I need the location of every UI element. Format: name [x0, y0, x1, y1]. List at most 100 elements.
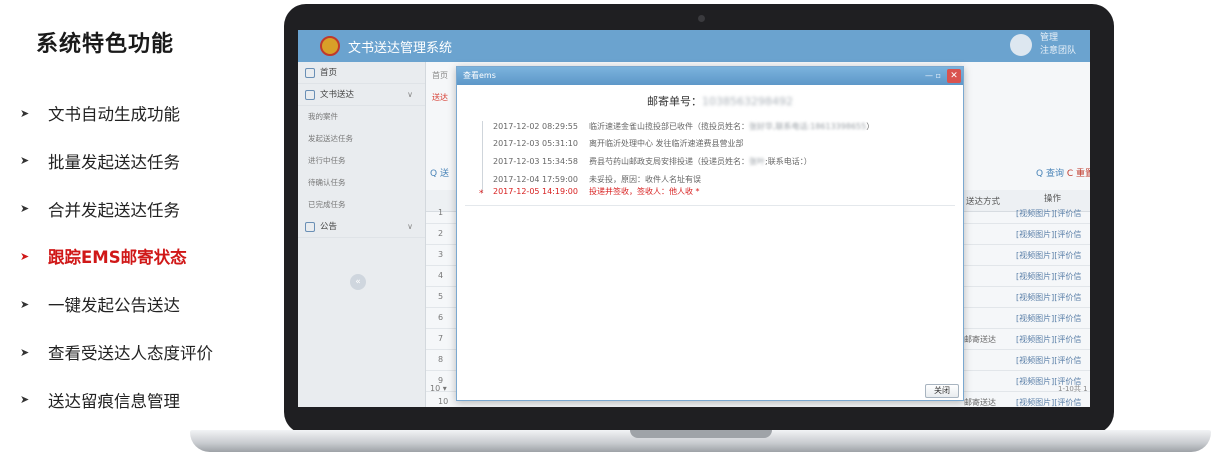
sidebar-item[interactable]: 发起送达任务 [298, 128, 425, 150]
bullet-arrow-icon: ➤ [20, 106, 30, 120]
breadcrumb[interactable]: 首页 [432, 70, 448, 81]
page-size-select[interactable]: 10 ▾ [430, 384, 447, 393]
bullet-arrow-icon: ➤ [20, 345, 30, 359]
close-button[interactable]: 关闭 [925, 384, 959, 398]
sidebar-item-label: 我的案件 [308, 112, 338, 121]
event-tail: ） [866, 122, 875, 131]
event-time: 2017-12-03 15:34:58 [493, 157, 578, 166]
event-time: 2017-12-02 08:29:55 [493, 122, 578, 131]
sidebar-item[interactable]: 我的案件 [298, 106, 425, 128]
window-controls-icon[interactable]: — ▫ [925, 67, 941, 85]
tracking-label: 邮寄单号： [647, 95, 702, 108]
search-button[interactable]: Q 送 [430, 166, 449, 179]
pager-info: 1-10共 1 [1058, 385, 1088, 393]
laptop-screen: 文书送达管理系统 管理 注意团队 首页文书送达 ∨ 我的案件发起送达任务 进行中任务待… [298, 30, 1090, 407]
row-actions[interactable]: [视频图片][评价信 [1016, 355, 1081, 366]
event-text: 临沂速递金雀山揽投部已收件（揽投员姓名： [589, 122, 749, 131]
row-actions[interactable]: [视频图片][评价信 [1016, 313, 1081, 324]
row-number: 4 [438, 271, 444, 280]
event-tail: ;联系电话：） [765, 157, 812, 166]
row-actions[interactable]: [视频图片][评价信 [1016, 208, 1081, 219]
row-number: 2 [438, 229, 444, 238]
feature-label: 合并发起送达任务 [48, 200, 180, 220]
sidebar-item[interactable]: 首页 [298, 62, 425, 84]
app-title: 文书送达管理系统 [348, 41, 453, 56]
timeline-line [482, 121, 483, 193]
feature-label: 送达留痕信息管理 [48, 391, 180, 411]
feature-label: 查看受送达人态度评价 [48, 344, 213, 363]
user-avatar-icon[interactable] [1010, 34, 1032, 56]
sidebar-item[interactable]: 公告 ∨ [298, 216, 425, 238]
sidebar-item-label: 发起送达任务 [308, 134, 353, 143]
tracking-event: 2017-12-02 08:29:55 临沂速递金雀山揽投部已收件（揽投员姓名：张… [493, 121, 874, 132]
reset-button[interactable]: C 重置 [1067, 169, 1090, 179]
sidebar-item[interactable]: 进行中任务 [298, 150, 425, 172]
menu-icon [305, 222, 315, 232]
modal-title: 查看ems [463, 71, 496, 80]
row-actions[interactable]: [视频图片][评价信 [1016, 271, 1081, 282]
chevron-down-icon: ∨ [407, 90, 413, 99]
row-actions[interactable]: [视频图片][评价信 [1016, 250, 1081, 261]
row-number: 10 [438, 397, 449, 406]
court-emblem-icon [320, 36, 340, 56]
event-text: 费县芍药山邮政支局安排投递（投递员姓名： [589, 157, 749, 166]
row-actions[interactable]: [视频图片][评价信 [1016, 397, 1081, 407]
tracking-event: 2017-12-03 15:34:58 费县芍药山邮政支局安排投递（投递员姓名：张… [493, 156, 812, 167]
row-actions[interactable]: [视频图片][评价信 [1016, 229, 1081, 240]
feature-item: ➤ 文书自动生成功能 [20, 101, 180, 125]
user-line: 管理 [1040, 33, 1059, 43]
sidebar-item[interactable]: 文书送达 ∨ [298, 84, 425, 106]
feature-label: 跟踪EMS邮寄状态 [48, 248, 187, 268]
feature-item: ➤ 跟踪EMS邮寄状态 [20, 244, 187, 268]
user-line: 注意团队 [1040, 46, 1077, 56]
camera-icon [698, 15, 705, 22]
tracking-number: 邮寄单号：1038563298492 [647, 93, 793, 109]
close-icon[interactable]: ✕ [947, 69, 961, 83]
sidebar-collapse-button[interactable]: « [350, 274, 366, 290]
sidebar-item-label: 进行中任务 [308, 156, 346, 165]
laptop-notch [630, 430, 772, 438]
sidebar-item-label: 待确认任务 [308, 178, 346, 187]
sidebar: 首页文书送达 ∨ 我的案件发起送达任务 进行中任务待确认任务已完成任务公告 ∨ « [298, 62, 426, 407]
query-button[interactable]: Q 查询 [1036, 169, 1064, 179]
row-method: 邮寄送达 [964, 335, 996, 344]
sidebar-item-label: 公告 [320, 222, 338, 232]
feature-item: ➤ 查看受送达人态度评价 [20, 340, 213, 364]
event-time: 2017-12-05 14:19:00 [493, 187, 578, 196]
event-time: 2017-12-03 05:31:10 [493, 139, 578, 148]
feature-label: 文书自动生成功能 [48, 105, 180, 124]
feature-label: 批量发起送达任务 [48, 152, 180, 172]
row-number: 6 [438, 313, 444, 322]
feature-item: ➤ 批量发起送达任务 [20, 149, 180, 173]
tracking-event: 2017-12-04 17:59:00 未妥投，原因：收件人名址有误 [493, 174, 701, 185]
user-info[interactable]: 管理 注意团队 [1040, 32, 1076, 58]
row-number: 5 [438, 292, 444, 301]
ems-modal: 查看ems — ▫ ✕ 邮寄单号：1038563298492 2017-12-0… [456, 66, 964, 401]
sidebar-item-label: 已完成任务 [308, 200, 346, 209]
event-text: 未妥投，原因：收件人名址有误 [589, 175, 701, 184]
feature-item: ➤ 合并发起送达任务 [20, 197, 180, 221]
bullet-arrow-icon: ➤ [20, 154, 30, 168]
feature-label: 一键发起公告送达 [48, 296, 180, 316]
row-method: 邮寄送达 [964, 398, 996, 407]
row-actions[interactable]: [视频图片][评价信 [1016, 334, 1081, 345]
row-actions[interactable]: [视频图片][评价信 [1016, 292, 1081, 303]
event-text: 投递并签收，签收人：他人收 * [589, 187, 700, 196]
event-redacted: 张好华,联系电话:18613398655 [749, 122, 867, 131]
bullet-arrow-icon: ➤ [20, 202, 30, 216]
feature-item: ➤ 一键发起公告送达 [20, 292, 180, 316]
divider [465, 205, 955, 206]
modal-titlebar: 查看ems — ▫ ✕ [457, 67, 963, 85]
event-text: 离开临沂处理中心 发往临沂速递费县营业部 [589, 139, 744, 148]
latest-marker-icon: * [479, 189, 484, 199]
sidebar-item[interactable]: 已完成任务 [298, 194, 425, 216]
tracking-event: 2017-12-05 14:19:00 投递并签收，签收人：他人收 * [493, 186, 700, 197]
tab-delivery[interactable]: 送达 [432, 92, 448, 103]
row-number: 8 [438, 355, 444, 364]
sidebar-item-label: 文书送达 [320, 90, 355, 100]
event-redacted: 张叶 [749, 157, 765, 166]
sidebar-item[interactable]: 待确认任务 [298, 172, 425, 194]
chevron-down-icon: ∨ [407, 222, 413, 231]
row-number: 1 [438, 208, 444, 217]
tracking-value: 1038563298492 [702, 95, 793, 108]
